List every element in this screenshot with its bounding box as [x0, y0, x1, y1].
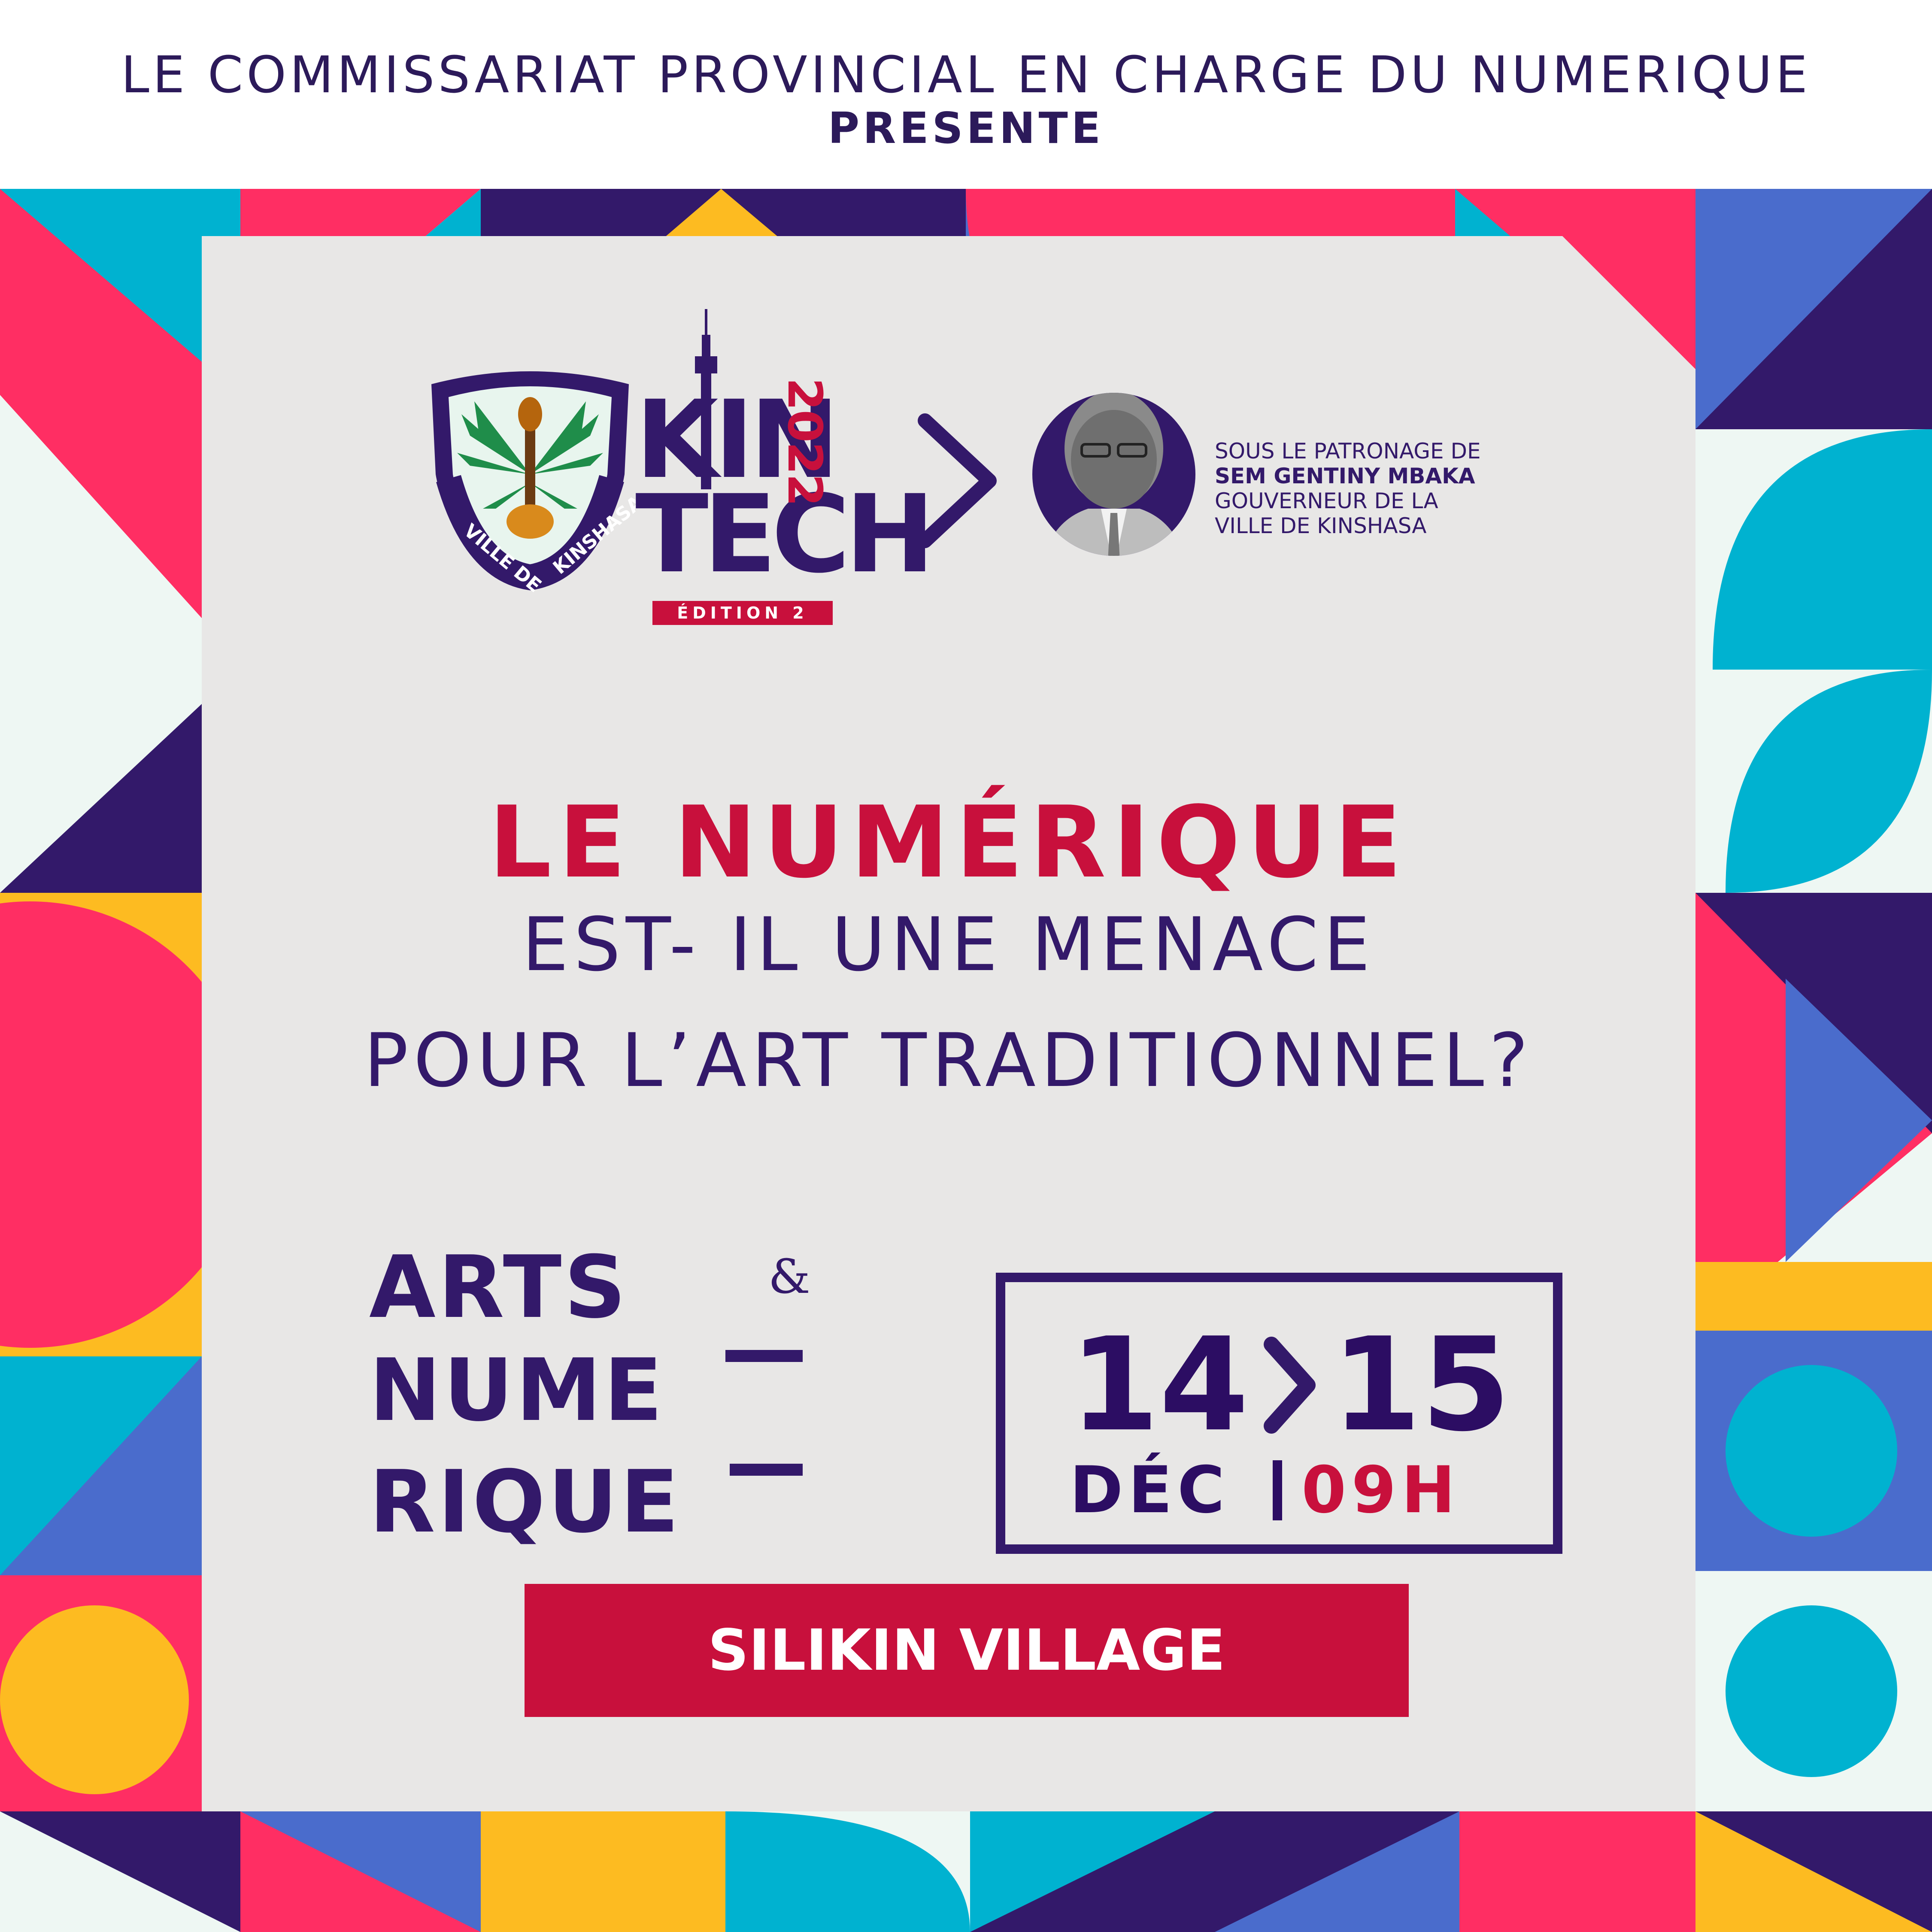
patron-title: GOUVERNEUR DE LA: [1215, 488, 1438, 513]
poster: LE COMMISSARIAT PROVINCIAL EN CHARGE DU …: [0, 0, 1932, 1932]
headline-title: LE NUMÉRIQUE: [488, 786, 1409, 900]
date-divider: [1273, 1460, 1282, 1520]
headline-line-3: POUR L’ART TRADITIONNEL?: [364, 1017, 1534, 1104]
date-time: 09H: [1301, 1453, 1461, 1528]
nume-word: NUME: [369, 1341, 665, 1441]
headline-line-2: EST- IL UNE MENACE: [522, 901, 1376, 988]
chevron-right-icon: [918, 413, 997, 548]
logo-bar-1: [725, 1350, 803, 1362]
date-box: 14 15 DÉC 09H: [996, 1273, 1562, 1554]
kintech-logo: KIN TECH 2022 ÉDITION 2: [635, 309, 935, 627]
date-month: DÉC: [1070, 1453, 1230, 1528]
venue-banner: SILIKIN VILLAGE: [525, 1584, 1409, 1717]
patron-name: SEM GENTINY MBAKA: [1215, 464, 1475, 488]
governor-portrait: [1032, 393, 1195, 556]
edition-badge: ÉDITION 2: [652, 601, 833, 625]
year-label: 2022: [777, 378, 832, 506]
ville-de-kinshasa-crest-logo: VILLE DE KINSHASA: [431, 371, 637, 594]
patronage-block: SOUS LE PATRONAGE DE SEM GENTINY MBAKA G…: [1215, 439, 1515, 538]
arts-word: ARTS: [369, 1237, 629, 1338]
rique-word: RIQUE: [369, 1452, 682, 1552]
date-end: 15: [1331, 1310, 1511, 1460]
presents-label: PRESENTE: [828, 103, 1104, 153]
chevron-right-icon: [1264, 1337, 1316, 1434]
patronage-intro: SOUS LE PATRONAGE DE: [1215, 439, 1481, 464]
logo-bar-2: [730, 1464, 803, 1476]
arts-numerique-logo: ARTS & NUME RIQUE: [369, 1240, 841, 1567]
ampersand: &: [768, 1249, 810, 1304]
date-start: 14: [1070, 1310, 1249, 1460]
patron-city: VILLE DE KINSHASA: [1215, 513, 1427, 538]
presenter-line: LE COMMISSARIAT PROVINCIAL EN CHARGE DU …: [121, 45, 1811, 104]
